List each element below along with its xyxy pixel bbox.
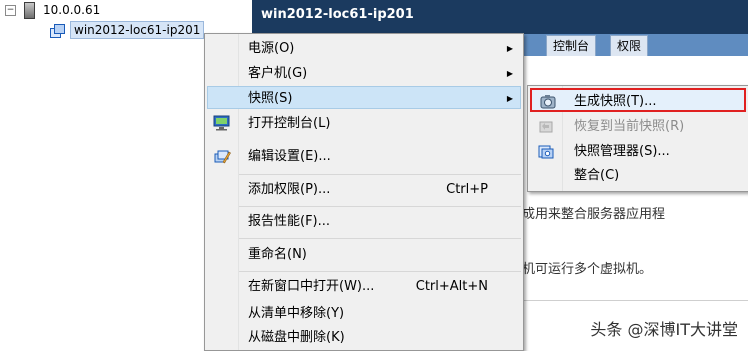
menu-item-edit-settings[interactable]: 编辑设置(E)... [207, 145, 521, 168]
menu-item-label: 快照管理器(S)... [574, 144, 670, 159]
menu-item-delete-from-disk[interactable]: 从磁盘中删除(K) [207, 326, 521, 349]
content-text-line1: 成用来整合服务器应用程 [522, 207, 666, 222]
menu-item-take-snapshot[interactable]: 生成快照(T)... [530, 88, 746, 112]
menu-item-remove-from-inventory[interactable]: 从清单中移除(Y) [207, 302, 521, 325]
menu-item-label: 从清单中移除(Y) [248, 306, 345, 321]
menu-item-label: 快照(S) [248, 91, 293, 106]
vm-context-menu: 电源(O) ▶ 客户机(G) ▶ 快照(S) ▶ 打开控制台(L) 编辑设置(E… [204, 33, 524, 351]
snapshot-submenu: 生成快照(T)... 恢复到当前快照(R) 快照管理器(S)... 整合(C) [527, 85, 748, 192]
submenu-arrow-icon: ▶ [506, 69, 513, 78]
menu-item-snapshot[interactable]: 快照(S) ▶ [207, 86, 521, 109]
watermark: 头条 @深博IT大讲堂 [590, 320, 738, 339]
tab-console[interactable]: 控制台 [546, 35, 597, 56]
tree-row-host[interactable]: − 10.0.0.61 [5, 1, 100, 19]
snapshot-manager-icon [538, 145, 554, 159]
menu-item-label: 恢复到当前快照(R) [574, 119, 685, 134]
edit-settings-icon [214, 150, 231, 164]
menu-item-label: 报告性能(F)... [248, 214, 331, 229]
menu-item-consolidate[interactable]: 整合(C) [530, 164, 746, 188]
vm-label[interactable]: win2012-loc61-ip201 [70, 21, 205, 39]
console-icon [213, 115, 230, 131]
menu-item-open-console[interactable]: 打开控制台(L) [207, 112, 521, 135]
menu-item-label: 客户机(G) [248, 66, 308, 81]
tree-row-vm[interactable]: win2012-loc61-ip201 [50, 21, 205, 39]
vm-icon [50, 23, 65, 38]
host-label: 10.0.0.61 [43, 3, 101, 17]
menu-item-open-new-window[interactable]: 在新窗口中打开(W)... Ctrl+Alt+N [207, 275, 521, 298]
menu-separator [239, 271, 521, 272]
menu-item-snapshot-manager[interactable]: 快照管理器(S)... [530, 140, 746, 164]
menu-item-label: 添加权限(P)... [248, 182, 331, 197]
menu-item-shortcut: Ctrl+P [446, 182, 488, 197]
content-text-line2: 机可运行多个虚拟机。 [522, 262, 653, 277]
submenu-arrow-icon: ▶ [506, 94, 513, 103]
host-icon [24, 1, 35, 19]
menu-item-revert-snapshot: 恢复到当前快照(R) [530, 115, 746, 139]
menu-item-label: 从磁盘中删除(K) [248, 330, 345, 345]
menu-item-power[interactable]: 电源(O) ▶ [207, 37, 521, 60]
submenu-arrow-icon: ▶ [506, 44, 513, 53]
menu-item-label: 重命名(N) [248, 247, 307, 262]
collapse-icon[interactable]: − [5, 4, 16, 16]
menu-item-report-performance[interactable]: 报告性能(F)... [207, 210, 521, 233]
menu-item-guest[interactable]: 客户机(G) ▶ [207, 62, 521, 85]
menu-item-add-permission[interactable]: 添加权限(P)... Ctrl+P [207, 178, 521, 201]
menu-item-label: 编辑设置(E)... [248, 149, 331, 164]
menu-item-shortcut: Ctrl+Alt+N [415, 279, 488, 294]
menu-item-label: 在新窗口中打开(W)... [248, 279, 375, 294]
menu-item-rename[interactable]: 重命名(N) [207, 243, 521, 266]
tab-permissions[interactable]: 权限 [610, 35, 649, 56]
menu-separator [239, 174, 521, 175]
menu-item-label: 电源(O) [248, 41, 295, 56]
menu-item-label: 生成快照(T)... [574, 94, 657, 109]
divider [522, 300, 748, 301]
menu-item-label: 整合(C) [574, 168, 620, 183]
menu-item-label: 打开控制台(L) [248, 116, 331, 131]
revert-snapshot-icon [539, 121, 553, 133]
menu-separator [239, 206, 521, 207]
menu-separator [239, 238, 521, 239]
take-snapshot-icon [540, 95, 556, 109]
vm-header-title: win2012-loc61-ip201 [252, 0, 748, 34]
